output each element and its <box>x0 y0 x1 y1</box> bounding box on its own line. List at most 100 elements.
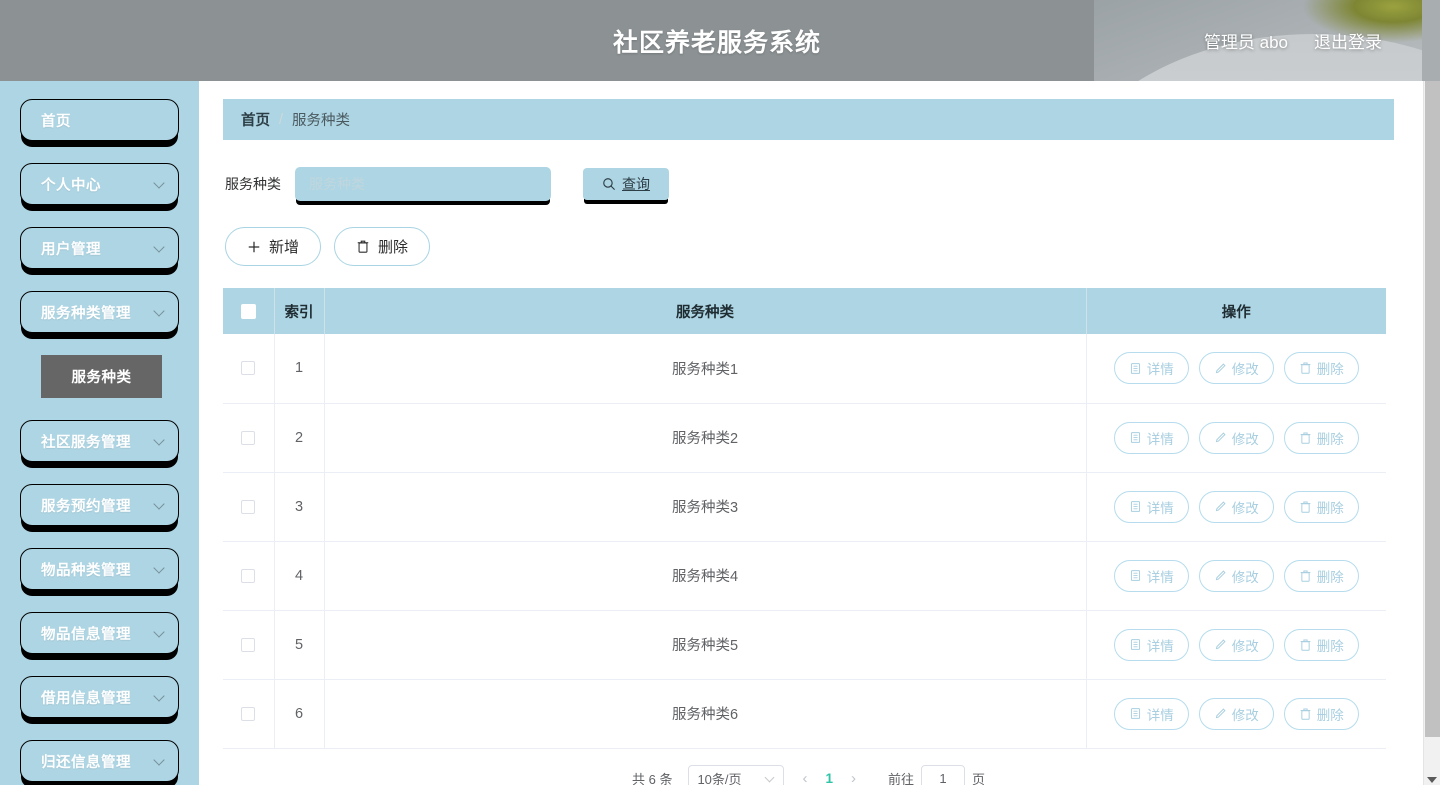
pencil-icon <box>1215 708 1226 719</box>
sidebar-item-item-info-management[interactable]: 物品信息管理 <box>20 612 179 654</box>
table-row: 6 服务种类6 详情 修改 删除 <box>223 679 1386 749</box>
row-detail-label: 详情 <box>1146 500 1174 516</box>
scrollbar-thumb[interactable] <box>1425 81 1440 737</box>
pencil-icon <box>1215 639 1226 650</box>
row-detail-button[interactable]: 详情 <box>1113 559 1189 592</box>
row-checkbox[interactable] <box>241 568 256 583</box>
logout-link[interactable]: 退出登录 <box>1314 28 1382 53</box>
main-content: 首页 / 服务种类 服务种类 查询 新增 <box>199 81 1418 785</box>
row-delete-button[interactable]: 删除 <box>1283 352 1359 385</box>
row-delete-label: 删除 <box>1316 431 1344 447</box>
jumper-page-input[interactable] <box>920 765 965 785</box>
breadcrumb-home[interactable]: 首页 <box>241 109 270 130</box>
row-index-cell: 6 <box>274 679 325 749</box>
page-size-select[interactable]: 10条/页 <box>688 764 785 785</box>
trash-icon <box>1300 362 1311 375</box>
pencil-icon <box>1215 363 1226 373</box>
row-edit-button[interactable]: 修改 <box>1198 559 1274 592</box>
row-edit-button[interactable]: 修改 <box>1198 421 1274 454</box>
table-row: 2 服务种类2 详情 修改 删除 <box>223 403 1387 473</box>
row-service-type-cell: 服务种类1 <box>324 334 1087 404</box>
row-delete-button[interactable]: 删除 <box>1283 421 1359 454</box>
sidebar-item-service-type-management[interactable]: 服务种类管理 <box>20 291 179 333</box>
row-index-cell: 1 <box>274 334 325 404</box>
data-table: 索引 服务种类 操作 1 服务种类1 详情 修改 删除 2 服务种类2 详情 修改 删除 3 服务种类… <box>223 288 1386 749</box>
row-index-cell: 2 <box>274 403 325 473</box>
pagination-next-button[interactable]: › <box>845 770 862 785</box>
search-input[interactable] <box>295 167 551 201</box>
sidebar-item-item-type-management[interactable]: 物品种类管理 <box>20 548 179 590</box>
header-right-edge <box>1422 0 1440 81</box>
row-checkbox[interactable] <box>241 706 256 721</box>
table-body: 1 服务种类1 详情 修改 删除 2 服务种类2 详情 修改 删除 3 服务种类3 详情 修改 删除 4 服务种… <box>223 334 1387 749</box>
breadcrumb-current: 服务种类 <box>292 113 351 129</box>
document-icon <box>1130 708 1140 719</box>
chevron-down-icon <box>154 178 166 190</box>
row-detail-button[interactable]: 详情 <box>1113 352 1189 385</box>
row-edit-label: 修改 <box>1231 707 1259 723</box>
row-detail-button[interactable]: 详情 <box>1113 628 1189 661</box>
sidebar-item-label: 首页 <box>41 113 71 130</box>
row-detail-label: 详情 <box>1146 569 1174 585</box>
row-delete-button[interactable]: 删除 <box>1283 697 1359 730</box>
row-detail-label: 详情 <box>1146 362 1174 378</box>
row-checkbox[interactable] <box>241 499 256 514</box>
row-delete-button[interactable]: 删除 <box>1283 490 1359 523</box>
batch-delete-button[interactable]: 删除 <box>334 227 431 266</box>
row-detail-button[interactable]: 详情 <box>1113 421 1189 454</box>
document-icon <box>1130 501 1140 512</box>
sidebar-item-user-management[interactable]: 用户管理 <box>20 227 179 269</box>
row-delete-button[interactable]: 删除 <box>1283 559 1359 592</box>
row-delete-label: 删除 <box>1316 500 1344 516</box>
trash-icon <box>1300 432 1311 444</box>
row-delete-label: 删除 <box>1316 638 1344 654</box>
row-checkbox[interactable] <box>241 637 256 652</box>
row-detail-button[interactable]: 详情 <box>1113 490 1189 523</box>
sidebar-item-service-booking-management[interactable]: 服务预约管理 <box>20 484 179 526</box>
row-delete-button[interactable]: 删除 <box>1283 628 1359 661</box>
pagination-page-1[interactable]: 1 <box>825 771 833 785</box>
row-action-group: 详情 修改 删除 <box>1087 559 1387 592</box>
sidebar-item-label: 社区服务管理 <box>41 434 131 451</box>
search-icon <box>603 178 616 191</box>
sidebar-item-home[interactable]: 首页 <box>20 99 179 141</box>
search-button[interactable]: 查询 <box>583 168 669 200</box>
row-operations-cell: 详情 修改 删除 <box>1086 472 1386 542</box>
page-scrollbar[interactable] <box>1423 81 1440 785</box>
chevron-down-icon <box>154 691 166 703</box>
select-all-checkbox[interactable] <box>240 303 256 319</box>
app-header: 社区养老服务系统 管理员 abo 退出登录 <box>0 0 1434 81</box>
sidebar-item-borrow-info-management[interactable]: 借用信息管理 <box>20 676 179 718</box>
row-service-type-cell: 服务种类2 <box>324 403 1087 473</box>
row-edit-button[interactable]: 修改 <box>1198 490 1274 523</box>
row-edit-label: 修改 <box>1231 362 1259 378</box>
add-button[interactable]: 新增 <box>225 227 322 266</box>
row-select-cell <box>223 541 275 611</box>
row-service-type-cell: 服务种类6 <box>324 679 1087 749</box>
table-row: 4 服务种类4 详情 修改 删除 <box>223 541 1387 611</box>
row-service-type-cell: 服务种类3 <box>324 472 1087 542</box>
filter-bar: 服务种类 查询 <box>223 167 1394 201</box>
scrollbar-down-arrow-icon[interactable] <box>1427 777 1437 783</box>
row-edit-button[interactable]: 修改 <box>1198 352 1274 385</box>
pagination-prev-button[interactable]: ‹ <box>796 770 813 785</box>
chevron-down-icon <box>154 627 166 639</box>
trash-icon <box>1300 708 1311 720</box>
row-checkbox[interactable] <box>241 430 256 445</box>
sidebar-item-return-info-management[interactable]: 归还信息管理 <box>20 740 179 782</box>
row-checkbox[interactable] <box>241 361 256 376</box>
sidebar-item-community-service-management[interactable]: 社区服务管理 <box>20 420 179 462</box>
document-icon <box>1130 570 1140 581</box>
sidebar-nav[interactable]: 首页 个人中心 用户管理 服务种类管理 服务种类 社区服务管理 服务预约管理 物… <box>0 81 199 785</box>
row-edit-button[interactable]: 修改 <box>1198 697 1274 730</box>
document-icon <box>1130 362 1140 374</box>
row-index-cell: 5 <box>274 610 325 680</box>
sidebar-item-personal-center[interactable]: 个人中心 <box>20 163 179 205</box>
row-action-group: 详情 修改 删除 <box>1087 421 1387 454</box>
chevron-down-icon <box>154 755 166 767</box>
row-action-group: 详情 修改 删除 <box>1087 628 1387 661</box>
row-detail-button[interactable]: 详情 <box>1113 697 1189 730</box>
page-size-value: 10条/页 <box>697 772 742 785</box>
row-edit-button[interactable]: 修改 <box>1198 628 1274 661</box>
sidebar-submenu-item-service-type[interactable]: 服务种类 <box>41 355 162 398</box>
